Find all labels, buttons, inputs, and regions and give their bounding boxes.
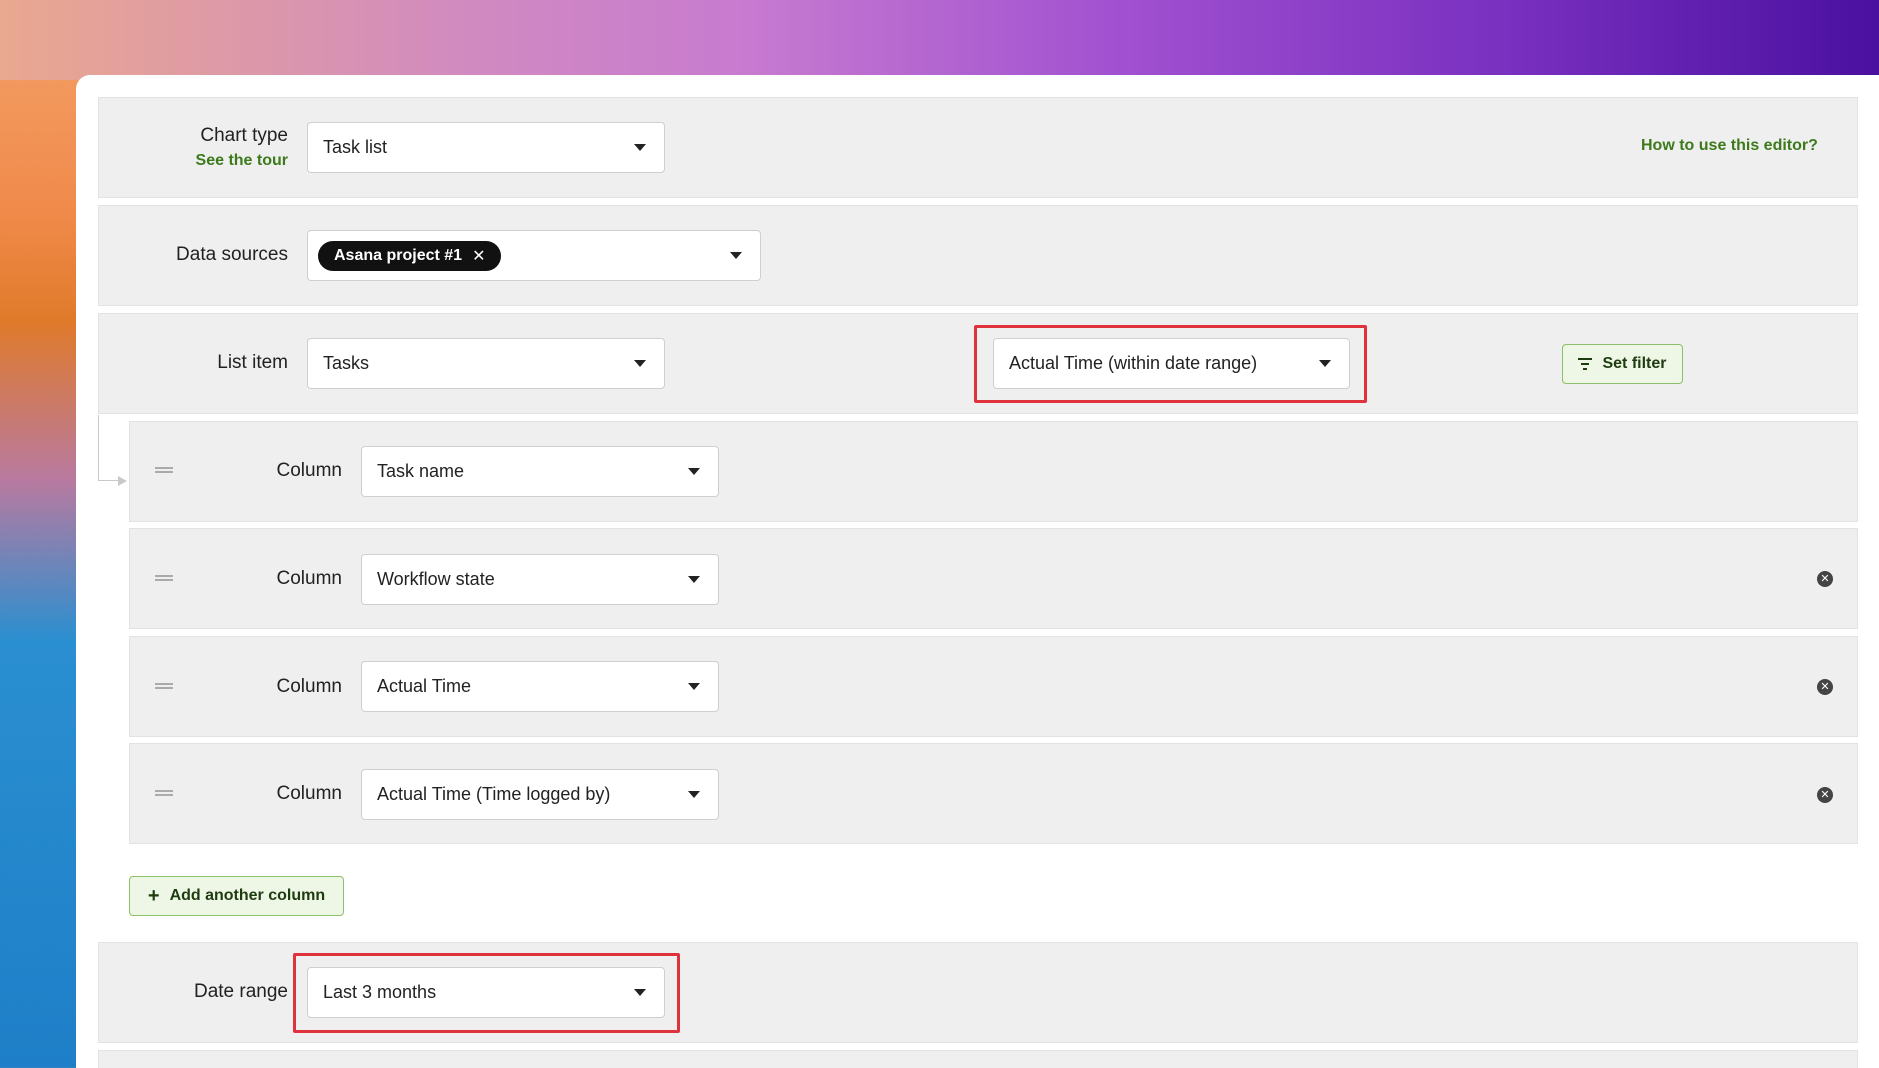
chip-remove-icon[interactable]: ✕ <box>472 246 485 266</box>
remove-column-icon[interactable]: ✕ <box>1817 787 1833 803</box>
chevron-down-icon <box>688 576 700 583</box>
highlight-box-date-range <box>293 953 680 1033</box>
arrow-right-icon <box>118 476 127 486</box>
remove-column-icon[interactable]: ✕ <box>1817 571 1833 587</box>
data-sources-label: Data sources <box>176 244 288 265</box>
column-select[interactable]: Workflow state <box>361 554 719 605</box>
chevron-down-icon <box>730 252 742 259</box>
tree-connector-branch <box>98 480 120 481</box>
column-select[interactable]: Actual Time (Time logged by) <box>361 769 719 820</box>
column-select[interactable]: Actual Time <box>361 661 719 712</box>
add-column-button[interactable]: + Add another column <box>129 876 344 916</box>
filter-icon <box>1578 358 1593 370</box>
chevron-down-icon <box>634 360 646 367</box>
list-item-value: Tasks <box>323 353 370 373</box>
chart-type-label: Chart type <box>200 125 288 146</box>
drag-handle-icon[interactable] <box>155 575 173 581</box>
date-range-label: Date range <box>193 981 288 1002</box>
column-value: Task name <box>377 461 465 481</box>
chart-type-select[interactable]: Task list <box>307 122 665 173</box>
remove-column-icon[interactable]: ✕ <box>1817 679 1833 695</box>
column-label: Column <box>276 783 342 804</box>
chart-type-value: Task list <box>323 137 388 157</box>
tree-connector <box>98 415 99 481</box>
column-value: Actual Time <box>377 676 472 696</box>
add-column-label: Add another column <box>169 887 326 904</box>
next-row <box>98 1050 1858 1068</box>
column-value: Actual Time (Time logged by) <box>377 784 611 804</box>
drag-handle-icon[interactable] <box>155 683 173 689</box>
column-label: Column <box>276 676 342 697</box>
chevron-down-icon <box>688 791 700 798</box>
chevron-down-icon <box>688 683 700 690</box>
drag-handle-icon[interactable] <box>155 467 173 473</box>
plus-icon: + <box>147 884 160 907</box>
column-select[interactable]: Task name <box>361 446 719 497</box>
drag-handle-icon[interactable] <box>155 790 173 796</box>
desktop-background <box>0 0 1879 80</box>
chevron-down-icon <box>634 144 646 151</box>
data-sources-select[interactable]: Asana project #1 ✕ <box>307 230 761 281</box>
list-item-select[interactable]: Tasks <box>307 338 665 389</box>
column-value: Workflow state <box>377 569 495 589</box>
set-filter-label: Set filter <box>1602 355 1667 372</box>
chevron-down-icon <box>688 468 700 475</box>
column-label: Column <box>276 460 342 481</box>
how-to-use-link[interactable]: How to use this editor? <box>1641 137 1818 155</box>
list-item-label: List item <box>217 352 288 373</box>
data-source-chip-label: Asana project #1 <box>334 246 463 264</box>
see-the-tour-link[interactable]: See the tour <box>150 152 288 170</box>
data-source-chip: Asana project #1 ✕ <box>318 240 502 271</box>
highlight-box-filter <box>974 325 1367 403</box>
set-filter-button[interactable]: Set filter <box>1562 344 1683 384</box>
column-label: Column <box>276 568 342 589</box>
